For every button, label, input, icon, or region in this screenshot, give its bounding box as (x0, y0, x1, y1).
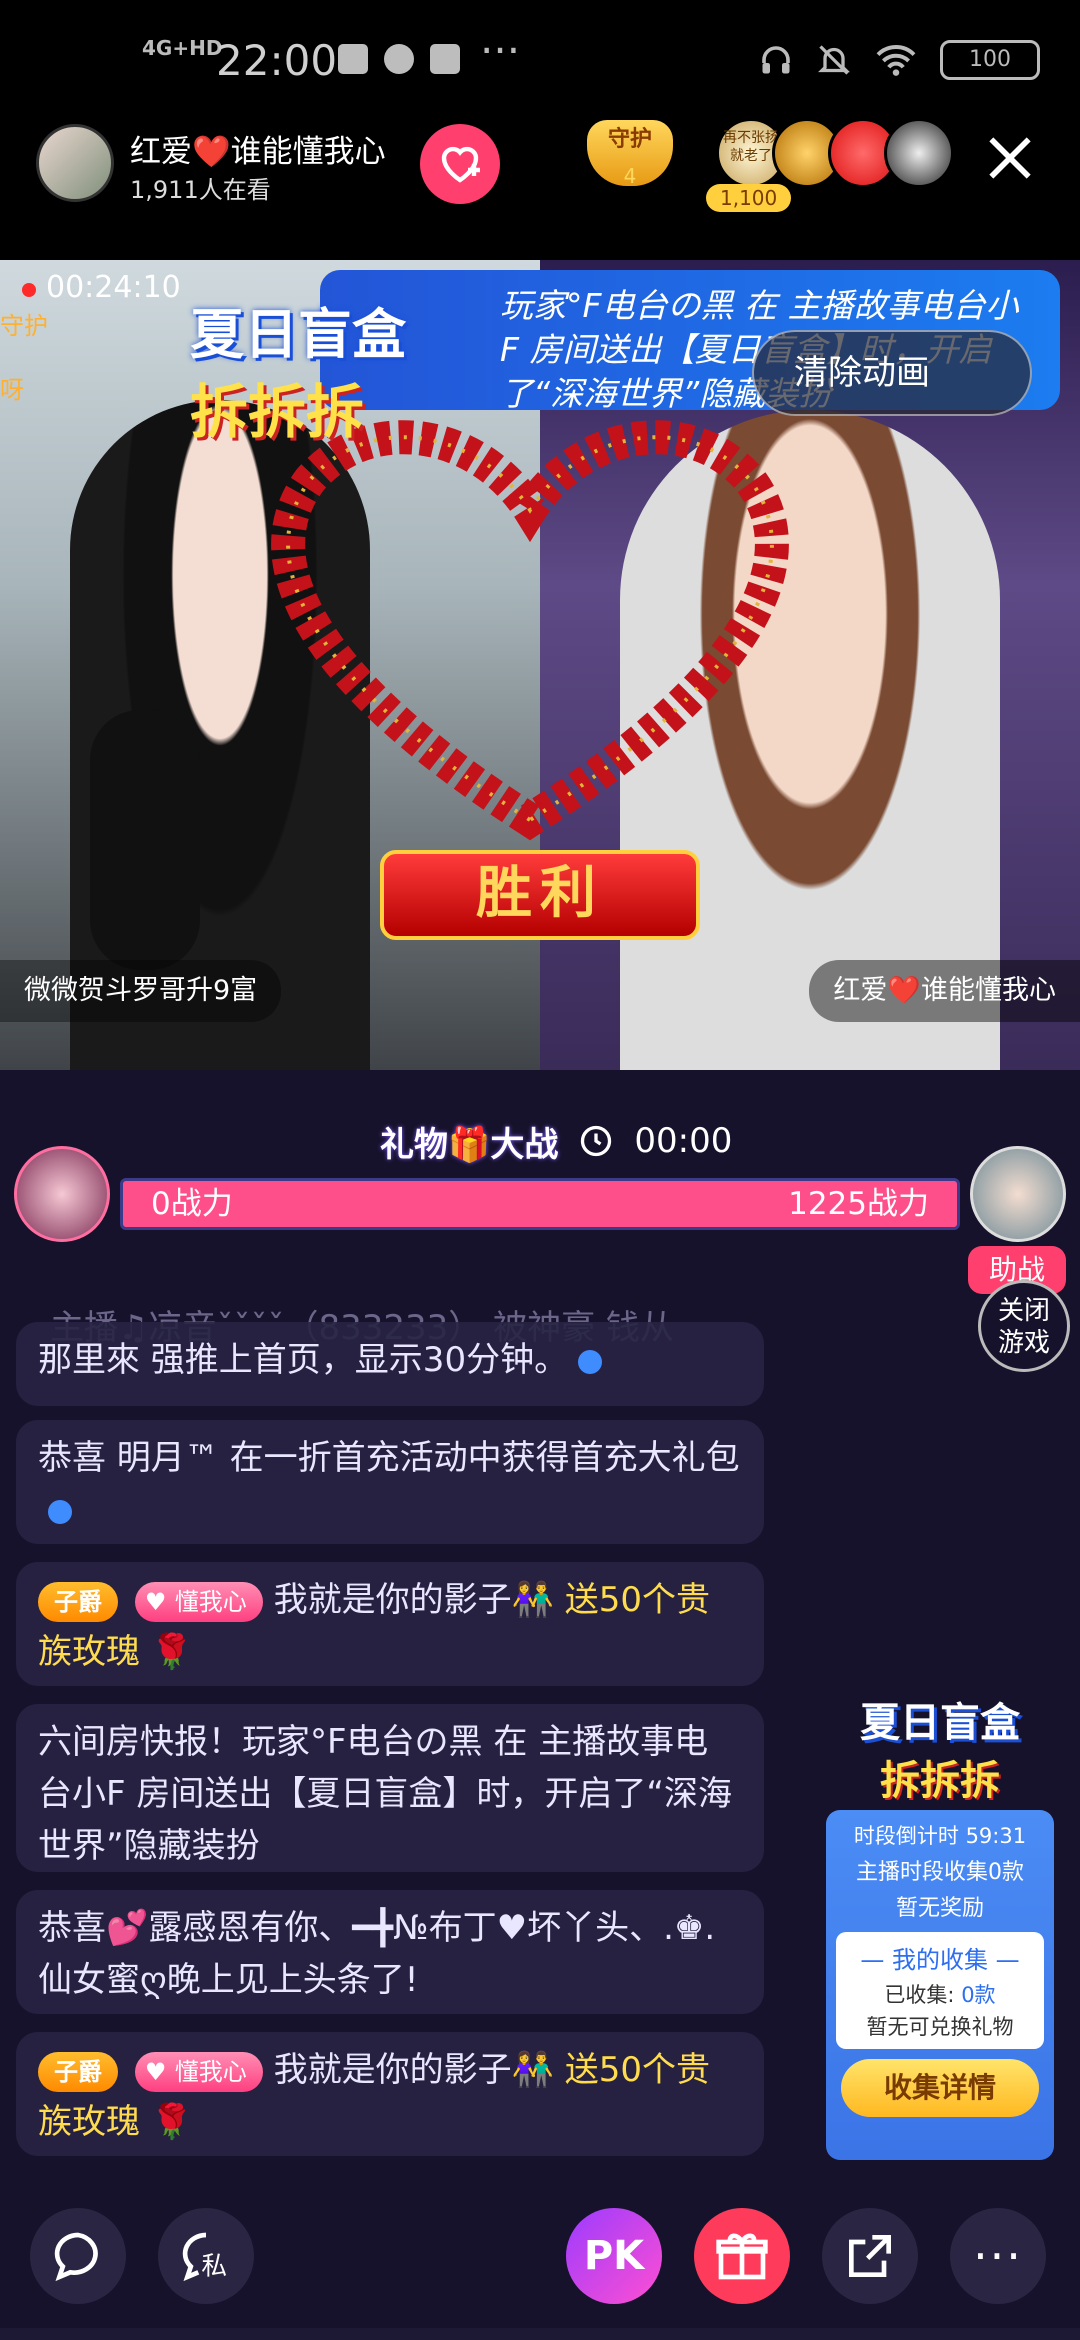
gift-war-title: 礼物🎁大战 00:00 (360, 1114, 752, 1168)
microphone-image (90, 710, 200, 970)
mute-bell-icon (818, 45, 850, 75)
battery-indicator: 100 (940, 40, 1040, 80)
more-notifications: ··· (480, 26, 521, 75)
chat-button[interactable] (30, 2208, 126, 2304)
svg-text:私: 私 (201, 2252, 227, 2282)
fan-score: 1,100 (706, 184, 792, 212)
rose-icon: 🌹 (150, 2102, 194, 2142)
pk-panel: 礼物🎁大战 00:00 0战力 1225战力 助战 (0, 1070, 1080, 1300)
widget-logo: 夏日盲盒 拆拆拆 (826, 1690, 1054, 1810)
power-bar: 0战力 1225战力 (120, 1178, 960, 1230)
mail-icon (430, 44, 460, 74)
guard-level: 4 (623, 164, 637, 188)
right-pk-avatar[interactable] (970, 1146, 1066, 1242)
message-text: 恭喜💕露感恩有你、━╋№布丁♥坏丫头、.♚.仙女蜜ღ晚上见上头条了! (38, 1908, 716, 2000)
room-header: 红爱❤️谁能懂我心 1,911人在看 守护 4 再不张扬就老了 1,100 (0, 118, 1080, 260)
clear-animation-label: 清除动画 (794, 353, 930, 393)
notification-icon (338, 44, 368, 74)
rose-heart-effect (271, 420, 789, 841)
no-exchange: 暂无可兑换礼物 (866, 2015, 1014, 2039)
pk-button[interactable]: PK (566, 2208, 662, 2304)
host-collect: 主播时段收集0款 (856, 1860, 1024, 1885)
close-button[interactable] (982, 130, 1038, 196)
pk-video-area: 00:24:10 守护 呀 微微贺斗罗哥升9富 红爱❤️谁能懂我心 玩家°F电台… (0, 260, 1080, 1070)
collected-count: 已收集: 0款 (840, 1979, 1040, 2009)
message-text: 我就是你的影子👫 (273, 1580, 554, 1620)
left-anchor-tag[interactable]: 微微贺斗罗哥升9富 (0, 960, 282, 1022)
side-label-ya: 呀 (0, 376, 24, 404)
fan-badge: 懂我心 (134, 1581, 263, 1622)
clock: 22:00 (216, 36, 338, 85)
right-power: 1225战力 (788, 1186, 929, 1222)
wifi-icon (876, 45, 916, 76)
message-text: 六间房快报！玩家°F电台の黑 在 主播故事电台小F 房间送出【夏日盲盒】时，开启… (38, 1722, 732, 1866)
fan-badge: 懂我心 (134, 2051, 263, 2092)
bottom-toolbar: 私 PK ··· (0, 2190, 1080, 2340)
blind-box-logo: 夏日盲盒 拆拆拆 (190, 290, 450, 460)
chat-message: 子爵 懂我心 我就是你的影子👫 送50个贵族玫瑰 🌹 (16, 1562, 764, 1686)
message-text: 恭喜 明月™ 在一折首充活动中获得首充大礼包 (38, 1438, 740, 1478)
collected-value: 0款 (961, 1983, 996, 2007)
clear-animation-button[interactable]: 清除动画 (752, 330, 1032, 416)
cloud-icon (384, 44, 414, 74)
collected-label: 已收集: (884, 1983, 962, 2007)
blind-box-subtitle: 拆拆拆 (190, 378, 365, 446)
close-game-label: 关闭 游戏 (997, 1296, 1050, 1358)
clock-icon (581, 1125, 612, 1157)
notification-icons (338, 44, 460, 74)
rose-icon: 🌹 (150, 1632, 194, 1672)
right-anchor-tag[interactable]: 红爱❤️谁能懂我心 (809, 960, 1080, 1022)
widget-countdown: 时段倒计时 59:31 (853, 1824, 1027, 1848)
widget-subtitle: 拆拆拆 (880, 1758, 1000, 1804)
share-icon (849, 2235, 891, 2277)
blind-box-title: 夏日盲盒 (190, 303, 406, 366)
more-button[interactable]: ··· (950, 2208, 1046, 2304)
chat-message: 恭喜 明月™ 在一折首充活动中获得首充大礼包 (16, 1420, 764, 1544)
network-indicator: 4G+HD (142, 36, 223, 60)
headphone-icon (762, 46, 790, 74)
viscount-badge: 子爵 (38, 1581, 118, 1622)
chat-message: 那里來 强推上首页，显示30分钟。 (16, 1322, 764, 1406)
link-arrow-icon[interactable] (48, 1499, 72, 1524)
close-game-button[interactable]: 关闭 游戏 (978, 1280, 1070, 1372)
victory-banner: 胜利 (380, 850, 700, 940)
heart-plus-icon (441, 146, 480, 183)
side-label-guard: 守护 (0, 312, 48, 340)
follow-button[interactable] (420, 124, 500, 204)
gift-icon (716, 2233, 768, 2280)
share-button[interactable] (822, 2208, 918, 2304)
private-chat-icon: 私 (182, 2232, 227, 2282)
chat-message: 恭喜💕露感恩有你、━╋№布丁♥坏丫头、.♚.仙女蜜ღ晚上见上头条了! (16, 1890, 764, 2014)
guard-badge[interactable]: 守护 4 (580, 120, 680, 210)
message-text: 那里來 强推上首页，显示30分钟。 (38, 1340, 569, 1380)
gift-war-label: 礼物🎁大战 (380, 1124, 559, 1165)
my-collection: — 我的收集 — 已收集: 0款 暂无可兑换礼物 (836, 1932, 1044, 2049)
no-reward: 暂无奖励 (895, 1896, 984, 1921)
status-right: 100 (758, 40, 1040, 80)
pk-timer: 00:00 (634, 1121, 733, 1161)
my-collection-title: — 我的收集 — (860, 1946, 1020, 1974)
widget-panel: 时段倒计时 59:31 主播时段收集0款 暂无奖励 — 我的收集 — 已收集: … (826, 1810, 1054, 2160)
chat-message: 子爵 懂我心 我就是你的影子👫 送50个贵族玫瑰 🌹 (16, 2032, 764, 2156)
status-bar: 4G+HD 22:00 ··· 100 (0, 0, 1080, 118)
host-avatar[interactable] (36, 124, 114, 202)
blind-box-widget[interactable]: 夏日盲盒 拆拆拆 时段倒计时 59:31 主播时段收集0款 暂无奖励 — 我的收… (826, 1690, 1054, 2160)
message-text: 我就是你的影子👫 (273, 2050, 554, 2090)
private-chat-button[interactable]: 私 (158, 2208, 254, 2304)
close-icon (989, 137, 1031, 179)
home-indicator (0, 2328, 1080, 2340)
left-power: 0战力 (151, 1186, 233, 1222)
collect-details-button[interactable]: 收集详情 (841, 2059, 1039, 2117)
gift-button[interactable] (694, 2208, 790, 2304)
chat-bubble-icon (54, 2232, 98, 2282)
host-name[interactable]: 红爱❤️谁能懂我心 (130, 126, 386, 171)
left-pk-avatar[interactable] (14, 1146, 110, 1242)
widget-title: 夏日盲盒 (860, 1700, 1020, 1746)
link-arrow-icon[interactable] (578, 1349, 603, 1374)
viewer-count: 1,911人在看 (130, 176, 271, 204)
record-timer: 00:24:10 (22, 270, 181, 305)
fan-avatar-4[interactable] (884, 118, 954, 188)
viscount-badge: 子爵 (38, 2051, 118, 2092)
chat-message: 六间房快报！玩家°F电台の黑 在 主播故事电台小F 房间送出【夏日盲盒】时，开启… (16, 1704, 764, 1872)
